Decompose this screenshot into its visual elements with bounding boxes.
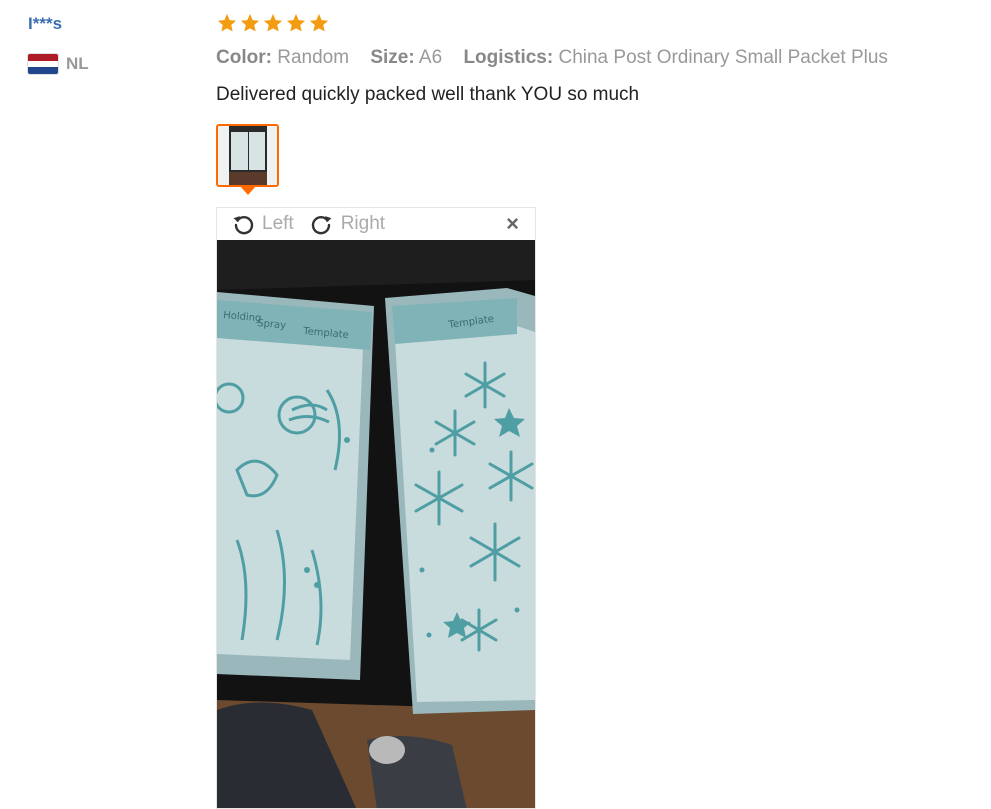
star-icon [309,13,329,32]
attribute-logistics: Logistics: China Post Ordinary Small Pac… [463,47,888,68]
star-icon [240,13,260,32]
attribute-size: Size: A6 [370,47,443,68]
rotate-right-button[interactable]: Right [310,212,385,236]
star-icon [286,13,306,32]
reviewer-country: NL [28,54,89,74]
country-code: NL [66,54,89,73]
viewer-toolbar: Left Right × [217,208,535,240]
thumbnail-image [218,126,277,185]
attribute-color: Color: Random [216,47,350,68]
netherlands-flag-icon [28,54,58,74]
rotate-right-icon [311,216,332,235]
rotate-left-label: Left [262,213,294,234]
rotate-left-icon [233,216,254,235]
star-icon [217,13,237,32]
rotate-right-label: Right [340,213,386,234]
rotate-left-button[interactable]: Left [231,212,294,236]
star-rating [216,12,330,34]
photo-viewer: Left Right × Holding Spray Template Temp… [216,207,536,809]
star-icon [263,13,283,32]
review-photo-thumbnail[interactable] [216,124,279,187]
review-photo: Holding Spray Template Template [217,240,535,808]
order-attributes: Color: Random Size: A6 Logistics: China … [216,47,904,69]
close-icon[interactable]: × [506,212,519,236]
thumbnail-pointer [240,186,256,195]
review-text: Delivered quickly packed well thank YOU … [216,84,640,105]
reviewer-name: I***s [28,14,63,33]
